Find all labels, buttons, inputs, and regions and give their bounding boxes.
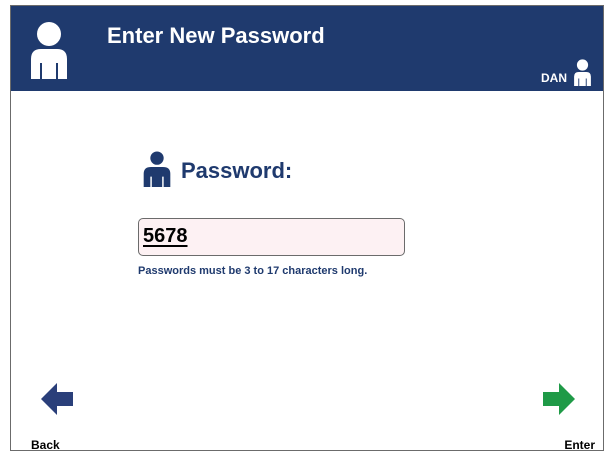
password-input[interactable]: 5678: [138, 218, 405, 256]
page-title: Enter New Password: [107, 23, 325, 48]
password-label: Password:: [181, 158, 293, 183]
user-name: DAN: [541, 71, 567, 85]
enter-arrow-icon[interactable]: [541, 379, 577, 419]
password-hint: Passwords must be 3 to 17 characters lon…: [138, 265, 368, 277]
enter-button[interactable]: Enter: [564, 438, 595, 450]
back-arrow-icon[interactable]: [39, 379, 75, 419]
screen-frame: Enter New Password DAN Password: 5678 Pa…: [10, 5, 604, 451]
password-person-icon: [143, 151, 171, 187]
back-button[interactable]: Back: [31, 438, 60, 450]
person-icon: [31, 22, 67, 79]
user-person-icon: [574, 59, 591, 86]
header-bar: Enter New Password DAN: [11, 6, 603, 91]
